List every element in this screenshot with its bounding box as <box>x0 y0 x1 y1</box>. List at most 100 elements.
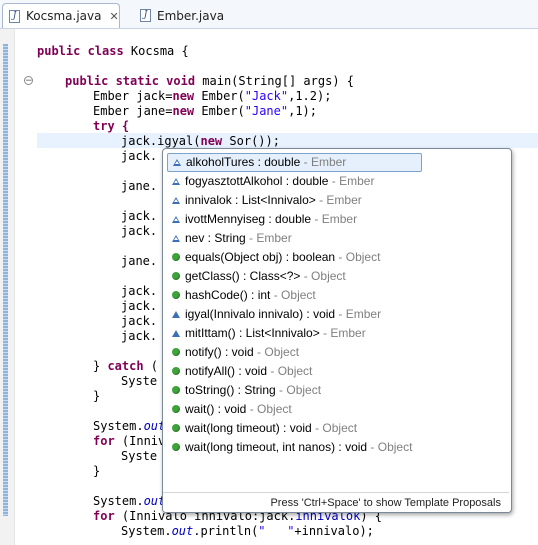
code-line: jack. <box>121 209 158 223</box>
proposal-owner: - Ember <box>245 231 292 245</box>
proposal-signature: getClass() : Class<?> <box>185 269 301 283</box>
proposal-owner: - Object <box>246 402 292 416</box>
proposal-owner: - Object <box>253 345 300 359</box>
tab-ember-java[interactable]: J Ember.java <box>134 3 244 28</box>
proposal-owner: - Object <box>335 250 381 264</box>
tab-kocsma-java[interactable]: J Kocsma.java ✕ <box>2 3 120 28</box>
proposal-item[interactable]: alkoholTures : double - Ember <box>167 153 422 172</box>
code-line: jack. <box>121 329 158 343</box>
proposal-item[interactable]: wait() : void - Object <box>163 400 509 419</box>
code-line: } catch ( <box>93 359 159 373</box>
proposal-item[interactable]: mitIttam() : List<Innivalo> - Ember <box>163 324 509 343</box>
public-method-icon <box>172 291 180 299</box>
public-method-icon <box>172 272 180 280</box>
popup-status-text: Press 'Ctrl+Space' to show Template Prop… <box>163 492 509 512</box>
protected-field-icon <box>172 216 180 223</box>
proposal-owner: - Object <box>267 364 313 378</box>
proposal-owner: - Object <box>367 440 413 454</box>
code-line: jane. <box>121 179 158 193</box>
proposal-item[interactable]: notify() : void - Object <box>163 343 509 362</box>
proposal-signature: wait(long timeout, int nanos) : void <box>185 440 368 454</box>
proposal-item[interactable]: notifyAll() : void - Object <box>163 362 509 381</box>
proposal-item[interactable]: hashCode() : int - Object <box>163 286 509 305</box>
code-line: jack. <box>121 149 158 163</box>
proposal-owner: - Ember <box>319 326 366 340</box>
proposal-signature: equals(Object obj) : boolean <box>185 250 336 264</box>
proposal-item[interactable]: equals(Object obj) : boolean - Object <box>163 248 509 267</box>
code-line: System.out <box>93 419 166 433</box>
proposal-signature: innivalok : List<Innivalo> <box>185 193 316 207</box>
code-line: jack. <box>121 314 158 328</box>
public-method-icon <box>172 405 180 413</box>
protected-field-icon <box>172 178 180 185</box>
gutter-divider <box>14 29 15 545</box>
code-line: for (Inniv <box>93 434 166 448</box>
proposal-signature: mitIttam() : List<Innivalo> <box>185 326 320 340</box>
code-line: System.out.println(" "+innivalo); <box>121 524 374 538</box>
code-line: jack. <box>121 299 158 313</box>
code-line: public class Kocsma { <box>37 44 189 58</box>
code-line: public static void main(String[] args) { <box>65 74 354 88</box>
protected-field-icon <box>172 197 180 204</box>
protected-method-icon <box>172 330 180 337</box>
code-line: Ember jane=new Ember("Jane",1); <box>93 104 318 118</box>
public-method-icon <box>172 424 180 432</box>
public-method-icon <box>172 367 180 375</box>
code-line: Ember jack=new Ember("Jack",1.2); <box>93 89 332 103</box>
proposal-item[interactable]: igyal(Innivalo innivalo) : void - Ember <box>163 305 509 324</box>
fold-collapse-icon[interactable]: − <box>24 76 33 86</box>
public-method-icon <box>172 348 180 356</box>
proposal-item[interactable]: ivottMennyiseg : double - Ember <box>163 210 509 229</box>
proposal-signature: wait(long timeout) : void <box>185 421 312 435</box>
code-line: jack. <box>121 224 158 238</box>
tab-label: Kocsma.java <box>26 9 102 23</box>
proposal-owner: - Ember <box>300 155 347 169</box>
public-method-icon <box>172 253 180 261</box>
proposal-signature: fogyasztottAlkohol : double <box>185 174 329 188</box>
public-method-icon <box>172 443 180 451</box>
proposal-item[interactable]: toString() : String - Object <box>163 381 509 400</box>
proposal-signature: ivottMennyiseg : double <box>185 212 312 226</box>
proposal-signature: nev : String <box>185 231 246 245</box>
proposal-item[interactable]: nev : String - Ember <box>163 229 509 248</box>
proposal-signature: igyal(Innivalo innivalo) : void <box>185 307 336 321</box>
proposal-item[interactable]: wait(long timeout, int nanos) : void - O… <box>163 438 509 457</box>
proposal-item[interactable]: innivalok : List<Innivalo> - Ember <box>163 191 509 210</box>
java-file-icon: J <box>9 9 20 23</box>
code-line: jack.igyal(new Sor()); <box>121 134 280 148</box>
code-line: jack. <box>121 284 158 298</box>
code-line: } <box>93 464 101 478</box>
proposal-owner: - Object <box>300 269 346 283</box>
proposal-signature: notify() : void <box>185 345 254 359</box>
proposal-signature: wait() : void <box>185 402 247 416</box>
code-line: Syste <box>121 374 158 388</box>
close-icon[interactable]: ✕ <box>109 10 118 23</box>
proposal-signature: notifyAll() : void <box>185 364 268 378</box>
proposal-owner: - Object <box>275 383 322 397</box>
proposal-signature: alkoholTures : double <box>186 155 301 169</box>
code-line: try { <box>93 119 130 133</box>
code-line: jane. <box>121 254 158 268</box>
code-line: System.out <box>93 494 166 508</box>
protected-method-icon <box>172 311 180 318</box>
java-file-icon: J <box>140 9 151 22</box>
proposal-owner: - Ember <box>315 193 362 207</box>
public-method-icon <box>172 386 180 394</box>
proposal-signature: hashCode() : int <box>185 288 271 302</box>
proposal-signature: toString() : String <box>185 383 276 397</box>
quick-diff-bar <box>3 44 8 516</box>
code-line: Syste <box>121 449 158 463</box>
proposal-owner: - Ember <box>328 174 375 188</box>
editor-tab-bar: J Kocsma.java ✕ J Ember.java <box>0 0 538 29</box>
proposal-item[interactable]: fogyasztottAlkohol : double - Ember <box>163 172 509 191</box>
tab-label: Ember.java <box>157 8 225 23</box>
proposal-item[interactable]: wait(long timeout) : void - Object <box>163 419 509 438</box>
proposal-item[interactable]: getClass() : Class<?> - Object <box>163 267 509 286</box>
proposal-owner: - Object <box>311 421 358 435</box>
protected-field-icon <box>173 159 181 166</box>
proposal-list[interactable]: alkoholTures : double - Ember fogyasztott… <box>163 153 509 457</box>
proposal-owner: - Ember <box>311 212 358 226</box>
code-line: } <box>93 389 101 403</box>
content-assist-popup[interactable]: alkoholTures : double - Ember fogyasztott… <box>162 148 512 513</box>
proposal-owner: - Ember <box>335 307 382 321</box>
